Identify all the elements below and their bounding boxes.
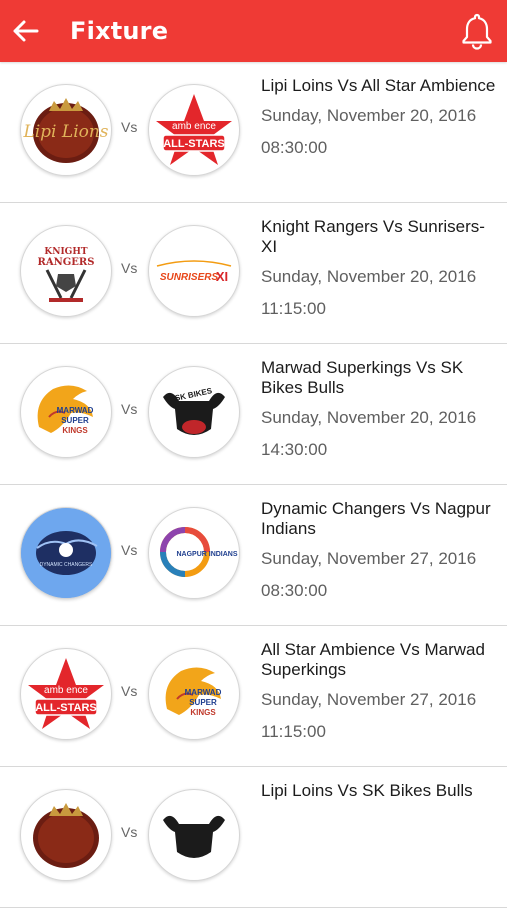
match-title: Dynamic Changers Vs Nagpur Indians xyxy=(261,499,491,538)
match-time: 11:15:00 xyxy=(261,299,326,318)
vs-label: Vs xyxy=(121,260,138,276)
logo-text: DYNAMIC CHANGERS xyxy=(40,562,93,568)
team-logo-lipi-loins: Lipi Lions xyxy=(20,84,112,176)
logo-text: KINGS xyxy=(62,426,88,435)
logo-text: ALL-STARS xyxy=(35,702,97,714)
fixture-row[interactable]: DYNAMIC CHANGERS Vs NAGPUR INDIANS Dynam… xyxy=(0,485,507,626)
logo-text: XI xyxy=(216,269,228,284)
fixture-info: Lipi Loins Vs All Star Ambience Sunday, … xyxy=(261,76,497,158)
fixture-info: Marwad Superkings Vs SK Bikes Bulls Sund… xyxy=(261,358,497,460)
match-date: Sunday, November 20, 2016 xyxy=(261,408,477,427)
vs-label: Vs xyxy=(121,119,138,135)
match-date: Sunday, November 27, 2016 xyxy=(261,549,477,568)
logo-text: SK BIKES xyxy=(174,386,213,403)
match-title: All Star Ambience Vs Marwad Superkings xyxy=(261,640,485,679)
match-title: Marwad Superkings Vs SK Bikes Bulls xyxy=(261,358,464,397)
logo-text: NAGPUR INDIANS xyxy=(176,551,237,558)
fixture-row[interactable]: amb ence ALL-STARS Vs MARWAD SUPER KINGS… xyxy=(0,626,507,767)
fixture-info: Lipi Loins Vs SK Bikes Bulls xyxy=(261,781,497,813)
vs-label: Vs xyxy=(121,542,138,558)
match-date: Sunday, November 20, 2016 xyxy=(261,267,477,286)
bell-icon xyxy=(462,13,492,50)
fixture-row[interactable]: Lipi Lions Vs amb ence ALL-STARS Lipi Lo… xyxy=(0,62,507,203)
team-logo-knight-rangers: KNIGHT RANGERS xyxy=(20,225,112,317)
team-logo-lipi-loins xyxy=(20,789,112,881)
match-date: Sunday, November 27, 2016 xyxy=(261,690,477,709)
fixture-row[interactable]: MARWAD SUPER KINGS Vs SK BIKES Marwad Su… xyxy=(0,344,507,485)
match-title: Knight Rangers Vs Sunrisers-XI xyxy=(261,217,485,256)
arrow-left-icon xyxy=(13,20,39,42)
logo-text: ALL-STARS xyxy=(163,138,225,150)
match-title: Lipi Loins Vs SK Bikes Bulls xyxy=(261,781,473,800)
team-logo-marwad-superkings: MARWAD SUPER KINGS xyxy=(20,366,112,458)
team-logo-dynamic-changers: DYNAMIC CHANGERS xyxy=(20,507,112,599)
logo-text: Lipi Lions xyxy=(22,122,108,142)
notifications-button[interactable] xyxy=(459,12,495,50)
logo-text: amb ence xyxy=(44,685,88,696)
fixture-row[interactable]: KNIGHT RANGERS Vs SUNRISERS XI Knight Ra… xyxy=(0,203,507,344)
fixture-list: Lipi Lions Vs amb ence ALL-STARS Lipi Lo… xyxy=(0,62,507,908)
vs-label: Vs xyxy=(121,683,138,699)
logo-text: MARWAD xyxy=(57,406,94,415)
vs-label: Vs xyxy=(121,824,138,840)
match-time: 08:30:00 xyxy=(261,581,328,600)
match-time: 14:30:00 xyxy=(261,440,328,459)
fixture-row[interactable]: Vs Lipi Loins Vs SK Bikes Bulls xyxy=(0,767,507,908)
match-time: 11:15:00 xyxy=(261,722,326,741)
team-logo-sk-bikes-bulls xyxy=(148,789,240,881)
vs-label: Vs xyxy=(121,401,138,417)
team-logo-all-star-ambience: amb ence ALL-STARS xyxy=(20,648,112,740)
logo-text: MARWAD xyxy=(185,688,222,697)
team-logo-marwad-superkings: MARWAD SUPER KINGS xyxy=(148,648,240,740)
team-logo-sk-bikes-bulls: SK BIKES xyxy=(148,366,240,458)
fixture-info: Knight Rangers Vs Sunrisers-XI Sunday, N… xyxy=(261,217,497,319)
logo-text: SUPER xyxy=(61,416,89,425)
back-button[interactable] xyxy=(2,0,48,62)
logo-text: KNIGHT xyxy=(44,247,87,257)
app-bar: Fixture xyxy=(0,0,507,62)
match-title: Lipi Loins Vs All Star Ambience xyxy=(261,76,496,95)
team-logo-nagpur-indians: NAGPUR INDIANS xyxy=(148,507,240,599)
logo-text: RANGERS xyxy=(38,257,95,268)
page-title: Fixture xyxy=(70,17,169,45)
logo-text: amb ence xyxy=(172,121,216,132)
logo-text: SUPER xyxy=(189,698,217,707)
logo-text: KINGS xyxy=(190,708,216,717)
match-time: 08:30:00 xyxy=(261,138,328,157)
team-logo-all-star-ambience: amb ence ALL-STARS xyxy=(148,84,240,176)
logo-text: SUNRISERS xyxy=(160,272,219,283)
team-logo-sunrisers-xi: SUNRISERS XI xyxy=(148,225,240,317)
fixture-info: All Star Ambience Vs Marwad Superkings S… xyxy=(261,640,497,742)
match-date: Sunday, November 20, 2016 xyxy=(261,106,477,125)
fixture-info: Dynamic Changers Vs Nagpur Indians Sunda… xyxy=(261,499,497,601)
